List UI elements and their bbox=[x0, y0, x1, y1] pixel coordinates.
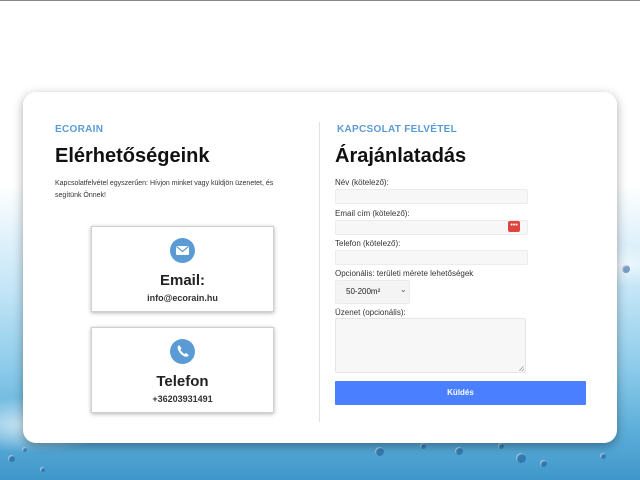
phone-input[interactable] bbox=[335, 250, 528, 265]
area-size-select[interactable]: 50-200m² ⌄ bbox=[335, 280, 410, 304]
top-border-line bbox=[0, 0, 640, 1]
envelope-icon bbox=[170, 238, 195, 263]
water-bubble bbox=[600, 453, 606, 459]
phone-contact-box[interactable]: Telefon +36203931491 bbox=[91, 327, 274, 413]
form-heading: Árajánlatadás bbox=[335, 145, 467, 167]
name-input[interactable] bbox=[335, 189, 528, 204]
contact-card: ECORAIN Elérhetőségeink Kapcsolatfelvéte… bbox=[23, 92, 617, 443]
water-bubble bbox=[40, 467, 45, 472]
intro-text: Kapcsolatfelvétel egyszerűen: Hívjon min… bbox=[55, 180, 274, 199]
water-bubble bbox=[8, 455, 15, 462]
chevron-down-icon: ⌄ bbox=[400, 285, 407, 294]
area-size-label: Opcionális: területi mérete lehetőségek bbox=[335, 269, 474, 278]
form-eyebrow: KAPCSOLAT FELVÉTEL bbox=[337, 124, 458, 135]
email-value[interactable]: info@ecorain.hu bbox=[92, 293, 273, 303]
phone-title: Telefon bbox=[156, 373, 209, 390]
message-label: Üzenet (opcionális): bbox=[335, 308, 406, 317]
email-label: Email cím (kötelező): bbox=[335, 209, 410, 218]
water-bubble bbox=[420, 443, 426, 449]
contact-heading: Elérhetőségeink bbox=[55, 145, 210, 167]
name-label: Név (kötelező): bbox=[335, 178, 389, 187]
water-bubble bbox=[622, 265, 630, 273]
water-bubble bbox=[455, 447, 463, 455]
email-title: Email: bbox=[159, 272, 205, 289]
water-bubble bbox=[540, 460, 547, 467]
email-contact-box[interactable]: Email: info@ecorain.hu bbox=[91, 226, 274, 312]
water-bubble bbox=[498, 443, 504, 449]
brand-eyebrow: ECORAIN bbox=[55, 124, 104, 135]
water-bubble bbox=[516, 453, 526, 463]
phone-value[interactable]: +36203931491 bbox=[92, 394, 273, 404]
water-bubble bbox=[375, 447, 384, 456]
phone-icon bbox=[170, 339, 195, 364]
area-size-selected-value: 50-200m² bbox=[346, 287, 381, 296]
message-textarea[interactable] bbox=[335, 318, 526, 373]
resize-handle-icon[interactable] bbox=[519, 366, 524, 371]
water-bubble bbox=[22, 447, 27, 452]
password-manager-icon[interactable]: ••• bbox=[508, 221, 520, 232]
submit-button[interactable]: Küldés bbox=[335, 381, 586, 405]
email-input[interactable] bbox=[335, 220, 528, 235]
phone-label: Telefon (kötelező): bbox=[335, 239, 401, 248]
column-divider bbox=[319, 122, 320, 422]
